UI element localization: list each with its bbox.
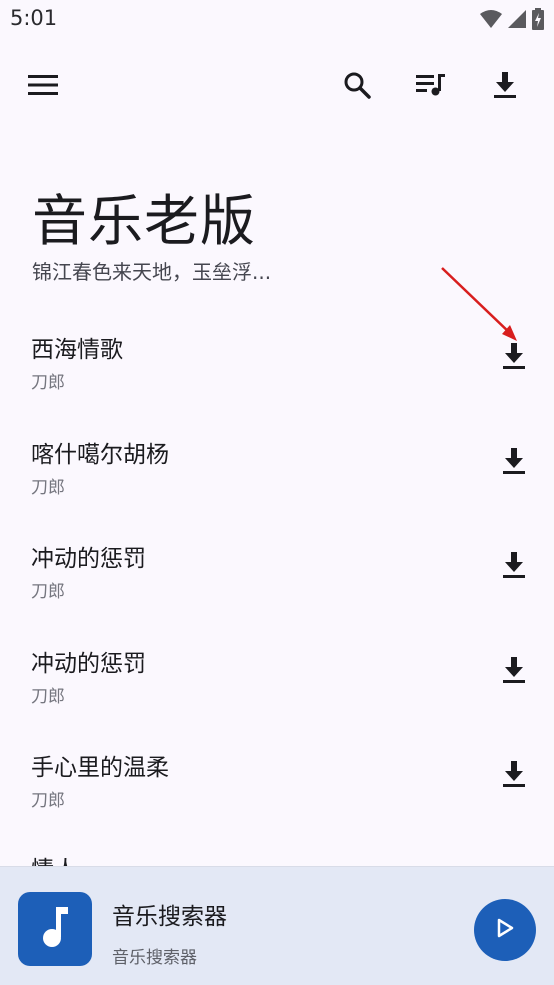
menu-icon: [28, 74, 58, 100]
music-note-icon: [40, 905, 70, 953]
song-list: 西海情歌 刀郎 喀什噶尔胡杨 刀郎 冲动的惩罚 刀郎 冲动的惩罚 刀郎 手心里的…: [0, 314, 554, 837]
album-art: [18, 892, 92, 966]
song-download-button[interactable]: [492, 545, 536, 589]
download-icon: [502, 447, 526, 479]
menu-button[interactable]: [21, 65, 65, 109]
status-time: 5:01: [10, 6, 58, 30]
mini-player-subtitle: 音乐搜索器: [112, 948, 197, 968]
song-download-button[interactable]: [492, 650, 536, 694]
top-app-bar: [0, 55, 554, 117]
search-icon: [343, 71, 371, 103]
song-title: 西海情歌: [31, 337, 123, 363]
download-icon: [502, 342, 526, 374]
song-download-button[interactable]: [492, 441, 536, 485]
mini-player[interactable]: 音乐搜索器 音乐搜索器: [0, 866, 554, 985]
download-icon: [493, 71, 517, 103]
playlist-icon: [416, 73, 446, 101]
song-item[interactable]: 冲动的惩罚 刀郎: [0, 523, 554, 628]
search-button[interactable]: [335, 65, 379, 109]
song-title: 手心里的温柔: [31, 755, 169, 781]
page-subtitle: 锦江春色来天地，玉垒浮...: [32, 260, 272, 284]
battery-charging-icon: [532, 8, 544, 34]
song-title: 喀什噶尔胡杨: [31, 441, 169, 468]
mini-player-title: 音乐搜索器: [112, 904, 227, 930]
download-icon: [502, 656, 526, 688]
status-bar: 5:01: [0, 0, 554, 40]
status-icons: [480, 8, 544, 34]
download-icon: [502, 551, 526, 583]
play-button[interactable]: [474, 899, 536, 961]
song-artist: 刀郎: [31, 582, 65, 602]
song-title: 冲动的惩罚: [31, 546, 146, 572]
song-item[interactable]: 冲动的惩罚 刀郎: [0, 628, 554, 733]
song-download-button[interactable]: [492, 754, 536, 798]
song-title: 冲动的惩罚: [31, 650, 146, 677]
playlist-button[interactable]: [409, 65, 453, 109]
song-item[interactable]: 喀什噶尔胡杨 刀郎: [0, 419, 554, 524]
play-icon: [496, 918, 514, 942]
song-artist: 刀郎: [31, 686, 65, 707]
page-title: 音乐老版: [32, 189, 257, 253]
song-artist: 刀郎: [31, 477, 65, 498]
song-artist: 刀郎: [31, 791, 65, 811]
wifi-icon: [480, 9, 502, 33]
cell-signal-icon: [508, 9, 526, 33]
download-button[interactable]: [483, 65, 527, 109]
download-icon: [502, 760, 526, 792]
song-item[interactable]: 手心里的温柔 刀郎: [0, 732, 554, 837]
song-artist: 刀郎: [31, 373, 65, 393]
song-download-button[interactable]: [492, 336, 536, 380]
song-item[interactable]: 西海情歌 刀郎: [0, 314, 554, 419]
